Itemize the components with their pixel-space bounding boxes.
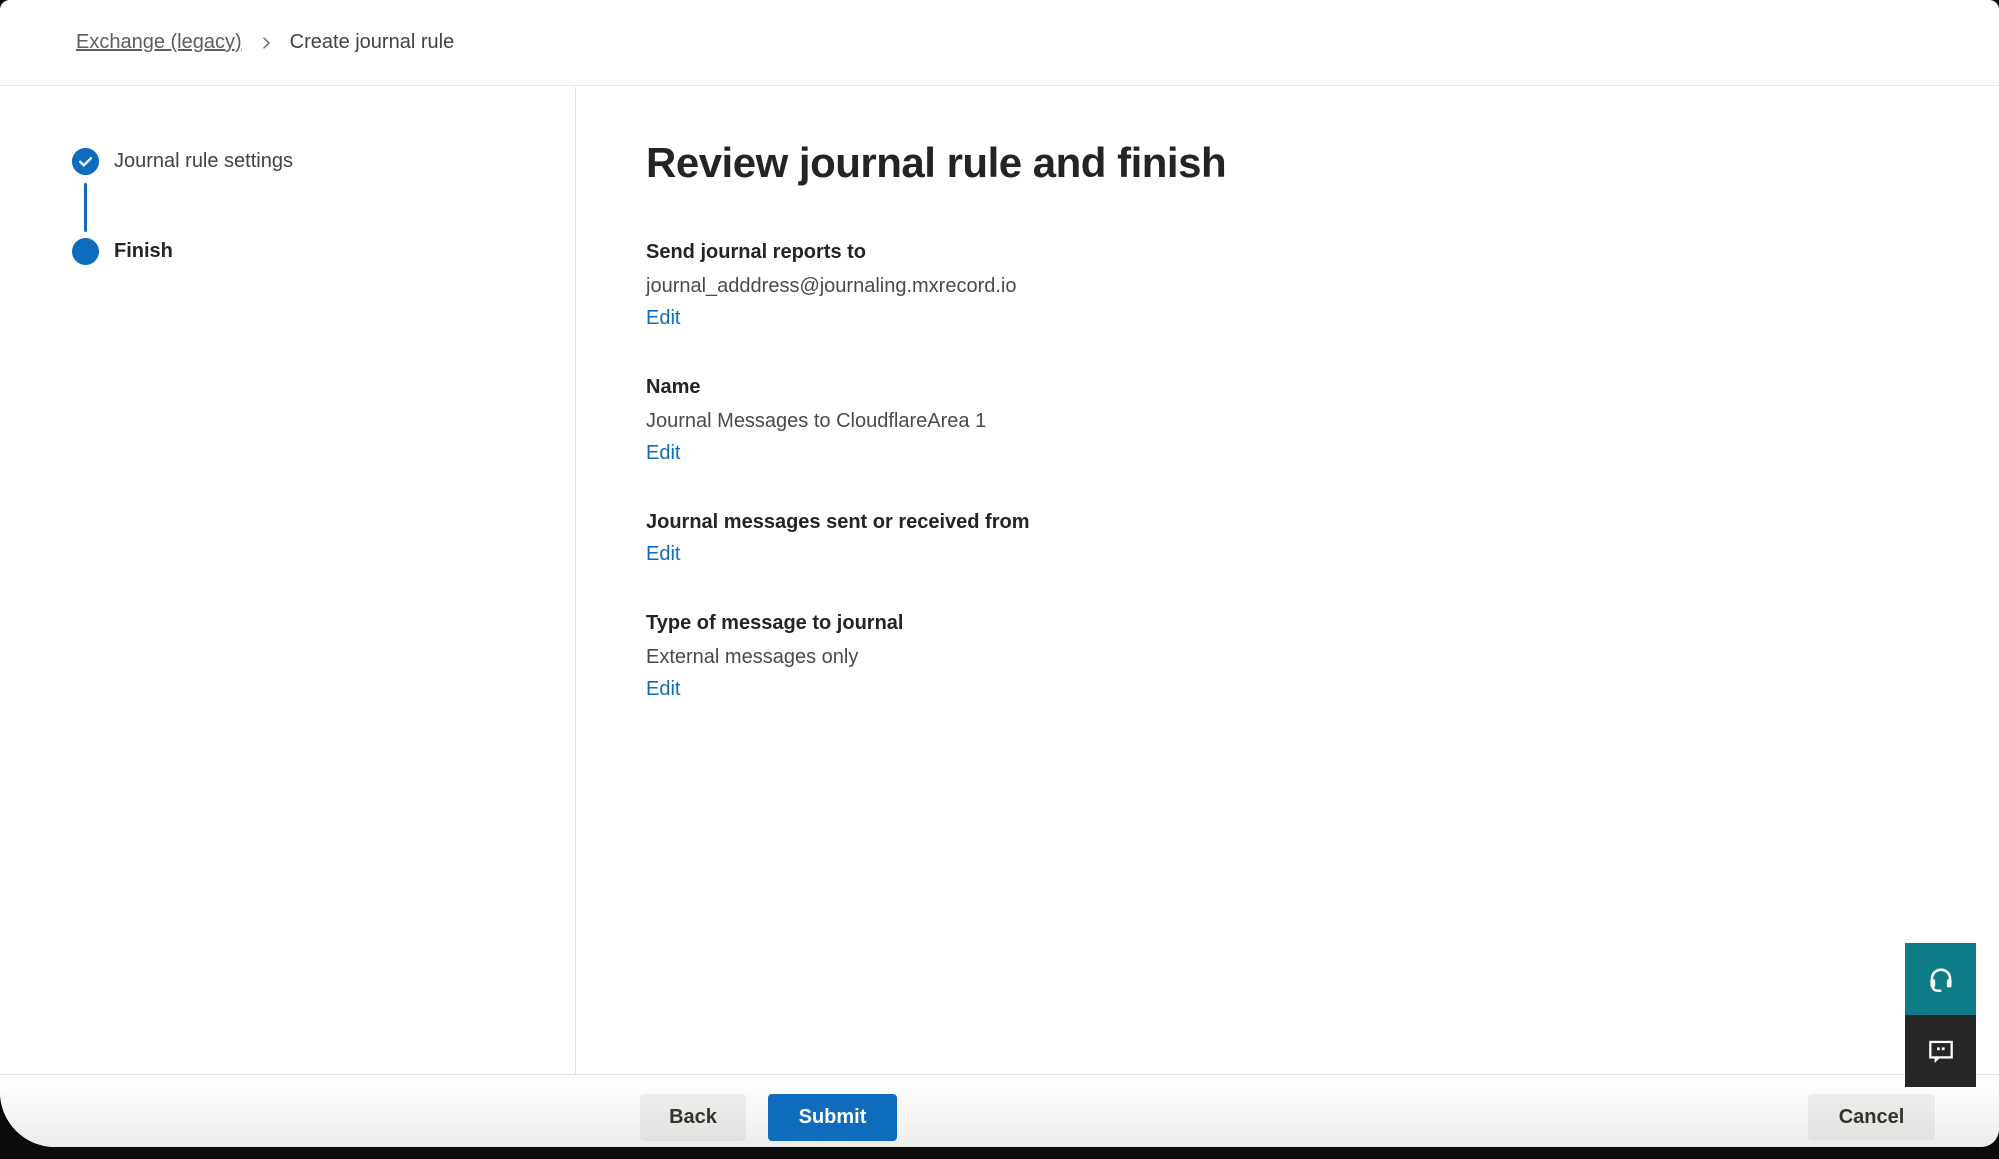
back-button[interactable]: Back [640, 1094, 746, 1141]
section-value: journal_adddress@journaling.mxrecord.io [646, 273, 1959, 299]
edit-send-journal-reports-link[interactable]: Edit [646, 307, 680, 329]
step-label-journal-rule-settings: Journal rule settings [114, 150, 293, 173]
help-support-button[interactable] [1905, 943, 1976, 1015]
review-section-journal-messages-sent-or-received: Journal messages sent or received from E… [646, 509, 1959, 569]
submit-button[interactable]: Submit [768, 1094, 897, 1141]
cancel-button[interactable]: Cancel [1808, 1094, 1935, 1140]
wizard-footer: Back Submit Cancel [0, 1074, 1999, 1147]
wizard-steps-panel: Journal rule settings Finish [0, 87, 576, 1075]
feedback-button[interactable] [1905, 1015, 1976, 1087]
wizard-step-journal-rule-settings[interactable]: Journal rule settings [72, 148, 293, 175]
step-current-dot-icon [72, 238, 99, 265]
review-pane: Review journal rule and finish Send jour… [576, 87, 1999, 1075]
edit-journal-messages-link[interactable]: Edit [646, 543, 680, 565]
section-value: Journal Messages to CloudflareArea 1 [646, 408, 1959, 434]
breadcrumb-exchange-legacy-link[interactable]: Exchange (legacy) [76, 31, 242, 54]
breadcrumb: Exchange (legacy) Create journal rule [76, 31, 454, 54]
review-section-type-of-message: Type of message to journal External mess… [646, 610, 1959, 704]
section-label: Send journal reports to [646, 239, 1959, 265]
section-label: Journal messages sent or received from [646, 509, 1959, 535]
step-connector-line [84, 183, 87, 232]
chat-bubble-icon [1925, 1035, 1957, 1067]
screen-background: Exchange (legacy) Create journal rule [0, 0, 1999, 1159]
headset-icon [1925, 963, 1957, 995]
breadcrumb-current: Create journal rule [290, 31, 455, 54]
section-value: External messages only [646, 644, 1959, 670]
chevron-right-icon [258, 35, 274, 51]
review-section-name: Name Journal Messages to CloudflareArea … [646, 374, 1959, 468]
page-title: Review journal rule and finish [646, 139, 1959, 187]
step-label-finish: Finish [114, 240, 173, 263]
edit-type-of-message-link[interactable]: Edit [646, 678, 680, 700]
section-label: Name [646, 374, 1959, 400]
step-completed-check-icon [72, 148, 99, 175]
content-row: Journal rule settings Finish Review jour… [0, 87, 1999, 1075]
review-section-send-journal-reports-to: Send journal reports to journal_adddress… [646, 239, 1959, 333]
wizard-step-finish[interactable]: Finish [72, 238, 173, 265]
exchange-admin-window: Exchange (legacy) Create journal rule [0, 0, 1999, 1147]
section-label: Type of message to journal [646, 610, 1959, 636]
breadcrumb-bar: Exchange (legacy) Create journal rule [0, 0, 1999, 86]
edit-name-link[interactable]: Edit [646, 442, 680, 464]
